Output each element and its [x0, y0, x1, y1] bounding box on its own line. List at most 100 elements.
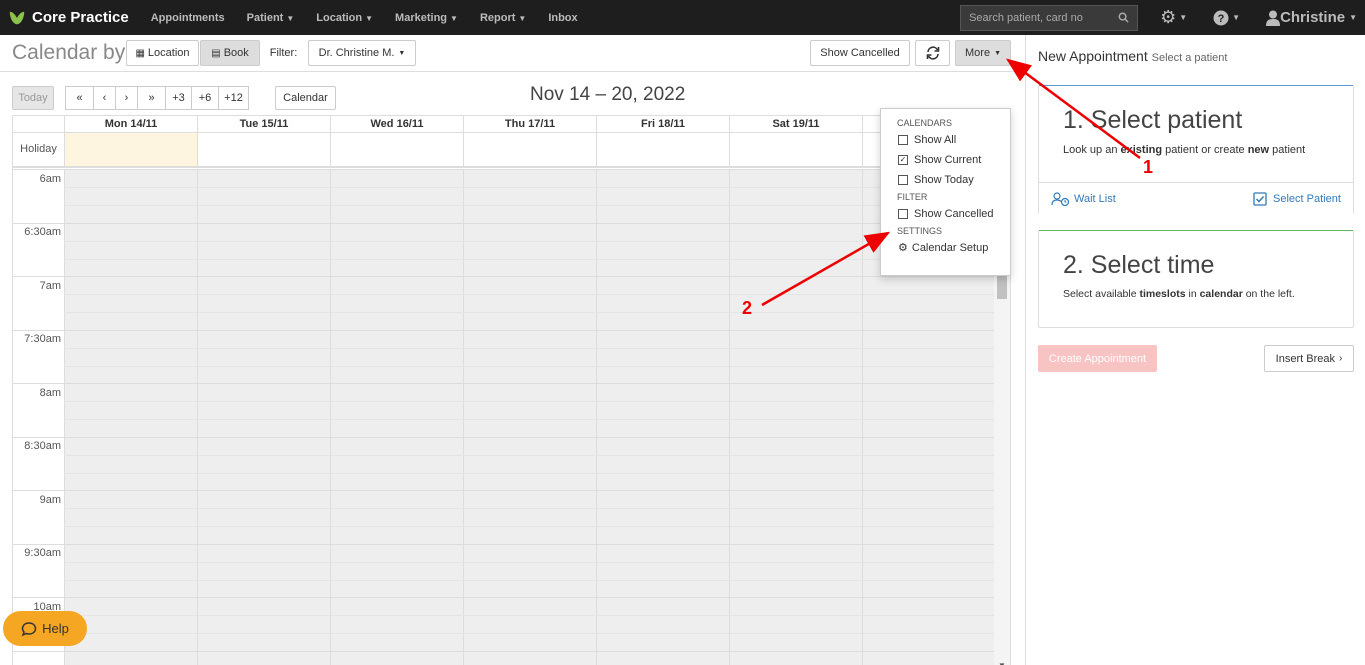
plus-12-button[interactable]: +12	[218, 86, 249, 110]
help-button[interactable]: Help	[3, 611, 87, 646]
slot-line	[64, 473, 996, 474]
calendar-picker-button[interactable]: Calendar	[275, 86, 336, 110]
slot-line	[13, 597, 996, 598]
day-column-sat[interactable]	[729, 169, 862, 665]
search-icon[interactable]	[1118, 12, 1129, 23]
day-header-fri[interactable]: Fri 18/11	[596, 116, 729, 133]
calendar-nav-row: Today « ‹ › » +3 +6 +12 Calendar Nov 14 …	[0, 72, 1025, 114]
chevron-right-icon: ›	[1338, 353, 1343, 364]
nav-appointments[interactable]: Appointments	[151, 12, 225, 24]
patient-search-input[interactable]: Search patient, card no	[960, 4, 1139, 31]
nav-marketing[interactable]: Marketing ▼	[395, 12, 458, 24]
show-cancelled-option[interactable]: Show Cancelled	[881, 204, 1010, 224]
brand[interactable]: Core Practice	[8, 9, 129, 27]
slot-line	[64, 348, 996, 349]
holiday-cell[interactable]	[596, 133, 729, 166]
wait-list-link[interactable]: Wait List	[1051, 192, 1116, 206]
nav-patient[interactable]: Patient ▼	[247, 12, 295, 24]
time-label: 9am	[39, 494, 61, 506]
holiday-cell[interactable]	[64, 133, 197, 166]
step1-footer: Wait List Select Patient	[1039, 182, 1353, 214]
calendar-setup-option[interactable]: ⚙ Calendar Setup	[881, 238, 1010, 258]
slot-line	[64, 294, 996, 295]
slot-line	[64, 259, 996, 260]
holiday-cell[interactable]	[463, 133, 596, 166]
chevron-down-icon: ▼	[1232, 13, 1241, 22]
slot-line	[13, 330, 996, 331]
time-label: 9:30am	[24, 547, 61, 559]
plus-3-button[interactable]: +3	[165, 86, 192, 110]
book-icon: ▤	[211, 47, 221, 59]
calendar-by-book-button[interactable]: ▤ Book	[200, 40, 260, 66]
slot-line	[13, 490, 996, 491]
scroll-down-icon[interactable]: ▼	[998, 661, 1006, 665]
nav-report[interactable]: Report ▼	[480, 12, 526, 24]
show-today-option[interactable]: Show Today	[881, 170, 1010, 190]
settings-menu[interactable]: ⚙ ▼	[1160, 7, 1187, 28]
slot-line	[64, 508, 996, 509]
slot-line	[64, 241, 996, 242]
step1-description: Look up an existing patient or create ne…	[1063, 144, 1306, 156]
time-label: 8am	[39, 387, 61, 399]
day-column-wed[interactable]	[330, 169, 463, 665]
slot-line	[13, 383, 996, 384]
insert-break-button[interactable]: Insert Break ›	[1264, 345, 1354, 372]
svg-text:?: ?	[1218, 13, 1225, 25]
checkbox-icon	[898, 209, 908, 219]
show-current-option[interactable]: ✓ Show Current	[881, 150, 1010, 170]
slot-line	[64, 562, 996, 563]
slot-line	[13, 169, 996, 170]
day-header-wed[interactable]: Wed 16/11	[330, 116, 463, 133]
day-column-tue[interactable]	[197, 169, 330, 665]
day-column-thu[interactable]	[463, 169, 596, 665]
day-header-thu[interactable]: Thu 17/11	[463, 116, 596, 133]
filter-header: FILTER	[897, 192, 928, 202]
new-appointment-heading: New Appointment Select a patient	[1038, 48, 1228, 64]
settings-header: SETTINGS	[897, 226, 943, 236]
checkbox-checked-icon: ✓	[898, 155, 908, 165]
jump-forward-button[interactable]: »	[137, 86, 166, 110]
day-header-tue[interactable]: Tue 15/11	[197, 116, 330, 133]
day-column-mon[interactable]	[64, 169, 197, 665]
filter-label: Filter:	[269, 47, 298, 59]
user-menu[interactable]: Christine ▼	[1266, 9, 1357, 26]
slot-line	[13, 223, 996, 224]
slot-line	[64, 401, 996, 402]
plus-6-button[interactable]: +6	[191, 86, 219, 110]
today-button[interactable]: Today	[12, 86, 54, 110]
chevron-down-icon: ▼	[518, 13, 527, 23]
jump-back-button[interactable]: «	[65, 86, 94, 110]
select-patient-link[interactable]: Select Patient	[1253, 192, 1341, 206]
step2-description: Select available timeslots in calendar o…	[1063, 288, 1295, 300]
more-button[interactable]: More ▼	[955, 40, 1011, 66]
doctor-filter-select[interactable]: Dr. Christine M. ▼	[308, 40, 416, 66]
date-nav-group: « ‹ › » +3 +6 +12	[65, 86, 249, 110]
day-header-mon[interactable]: Mon 14/11	[64, 116, 197, 133]
calendar-by-location-button[interactable]: ▦ Location	[126, 40, 199, 66]
refresh-button[interactable]	[915, 40, 950, 66]
day-header-sat[interactable]: Sat 19/11	[729, 116, 862, 133]
question-icon: ?	[1213, 10, 1229, 25]
user-name: Christine	[1280, 9, 1346, 26]
prev-week-button[interactable]: ‹	[93, 86, 116, 110]
show-cancelled-button[interactable]: Show Cancelled	[810, 40, 910, 66]
nav-inbox[interactable]: Inbox	[548, 12, 577, 24]
day-column-fri[interactable]	[596, 169, 729, 665]
next-week-button[interactable]: ›	[115, 86, 138, 110]
chevron-down-icon: ▼	[1349, 13, 1357, 22]
slot-line	[64, 615, 996, 616]
chevron-down-icon: ▼	[450, 13, 458, 23]
holiday-cell[interactable]	[197, 133, 330, 166]
calendar-grid: Mon 14/11 Tue 15/11 Wed 16/11 Thu 17/11 …	[12, 115, 1011, 665]
step2-title: 2. Select time	[1063, 251, 1215, 279]
help-menu[interactable]: ? ▼	[1213, 10, 1240, 26]
more-dropdown-menu: CALENDARS Show All ✓ Show Current Show To…	[880, 108, 1011, 276]
slot-line	[13, 651, 996, 652]
show-all-option[interactable]: Show All	[881, 130, 1010, 150]
create-appointment-button[interactable]: Create Appointment	[1038, 345, 1157, 372]
header-corner	[13, 116, 64, 132]
holiday-cell[interactable]	[330, 133, 463, 166]
slot-line	[64, 366, 996, 367]
nav-location[interactable]: Location ▼	[316, 12, 373, 24]
holiday-cell[interactable]	[729, 133, 862, 166]
